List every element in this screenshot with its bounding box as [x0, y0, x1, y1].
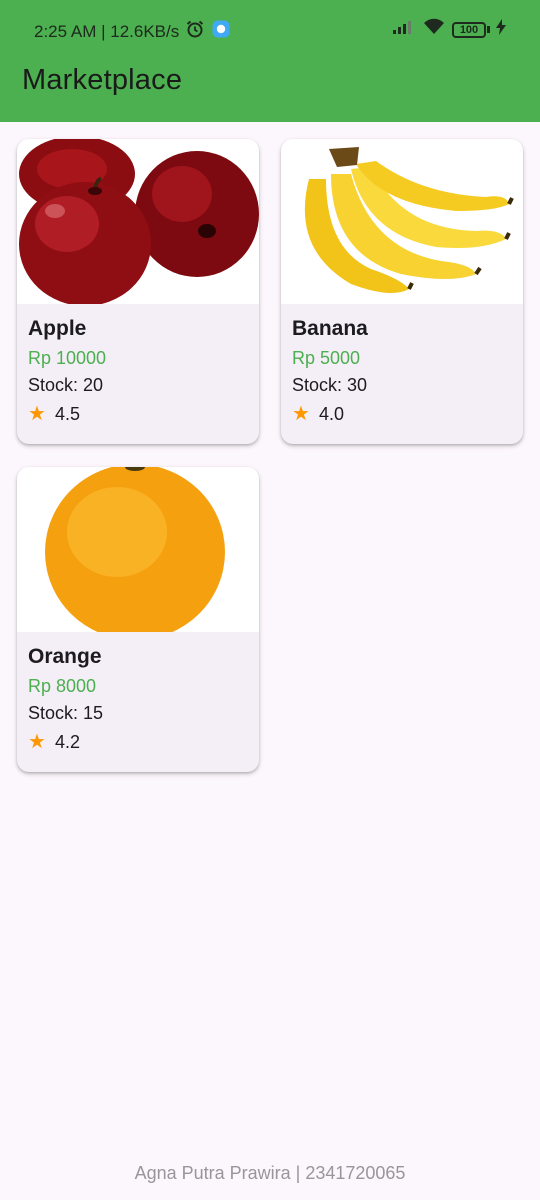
star-icon: ★ — [28, 403, 46, 425]
product-price: Rp 5000 — [292, 348, 361, 368]
product-price: Rp 10000 — [28, 348, 107, 368]
product-name: Apple — [28, 317, 87, 340]
rating-value: 4.2 — [54, 731, 80, 752]
status-bar: 2:25 AM | 12.6KB/s 100 — [0, 14, 540, 46]
banana-image — [281, 139, 523, 304]
page-title: Marketplace — [22, 64, 183, 96]
status-time-speed: 2:25 AM | 12.6KB/s — [34, 21, 180, 41]
product-card-apple[interactable]: Apple Rp 10000 Stock: 20 ★ 4.5 — [17, 139, 259, 444]
product-stock: Stock: 20 — [28, 375, 104, 395]
star-icon: ★ — [28, 731, 46, 753]
product-stock: Stock: 30 — [292, 375, 368, 395]
product-card-orange[interactable]: Orange Rp 8000 Stock: 15 ★ 4.2 — [17, 467, 259, 772]
rating-value: 4.0 — [318, 403, 344, 424]
product-card-banana[interactable]: Banana Rp 5000 Stock: 30 ★ 4.0 — [281, 139, 523, 444]
product-price: Rp 8000 — [28, 676, 97, 696]
app-notification-icon — [211, 19, 231, 44]
product-name: Orange — [28, 645, 102, 668]
product-name: Banana — [292, 317, 368, 340]
product-rating: ★ 4.0 — [292, 402, 513, 426]
orange-image — [17, 467, 259, 632]
footer-credit: Agna Putra Prawira | 2341720065 — [134, 1163, 406, 1183]
battery-level: 100 — [452, 21, 486, 38]
alarm-icon — [185, 19, 205, 44]
signal-icon — [392, 19, 416, 40]
charging-icon — [496, 19, 506, 40]
product-rating: ★ 4.2 — [28, 730, 249, 754]
battery-icon: 100 — [452, 21, 490, 38]
app-bar: 2:25 AM | 12.6KB/s 100 Marketplace — [0, 0, 540, 122]
product-rating: ★ 4.5 — [28, 402, 249, 426]
product-stock: Stock: 15 — [28, 703, 104, 723]
wifi-icon — [422, 18, 446, 41]
rating-value: 4.5 — [54, 403, 80, 424]
apple-image — [17, 139, 259, 304]
star-icon: ★ — [292, 403, 310, 425]
